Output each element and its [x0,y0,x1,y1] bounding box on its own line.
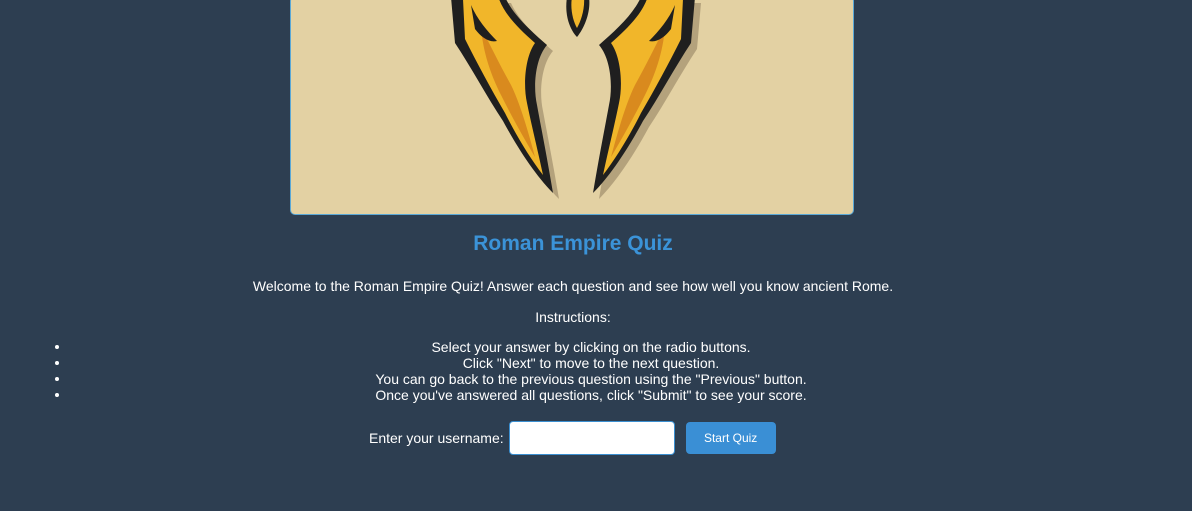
list-item: You can go back to the previous question… [36,371,1146,387]
bullet-icon [55,361,59,365]
username-form: Enter your username: Start Quiz [369,421,776,455]
instruction-text: Click "Next" to move to the next questio… [462,355,720,371]
bullet-icon [55,377,59,381]
bullet-icon [55,345,59,349]
roman-helmet-logo [451,0,701,199]
start-quiz-button[interactable]: Start Quiz [685,422,776,454]
page-title: Roman Empire Quiz [473,232,673,255]
username-input[interactable] [508,421,675,455]
instruction-text: Once you've answered all questions, clic… [375,387,807,403]
instructions-label: Instructions: [535,309,611,325]
welcome-text: Welcome to the Roman Empire Quiz! Answer… [252,278,894,294]
username-label: Enter your username: [369,430,504,446]
list-item: Click "Next" to move to the next questio… [36,355,1146,371]
instructions-list: Select your answer by clicking on the ra… [0,339,1146,403]
instruction-text: Select your answer by clicking on the ra… [431,339,751,355]
hero-image [290,0,854,215]
list-item: Select your answer by clicking on the ra… [36,339,1146,355]
bullet-icon [55,393,59,397]
list-item: Once you've answered all questions, clic… [36,387,1146,403]
instruction-text: You can go back to the previous question… [375,371,807,387]
